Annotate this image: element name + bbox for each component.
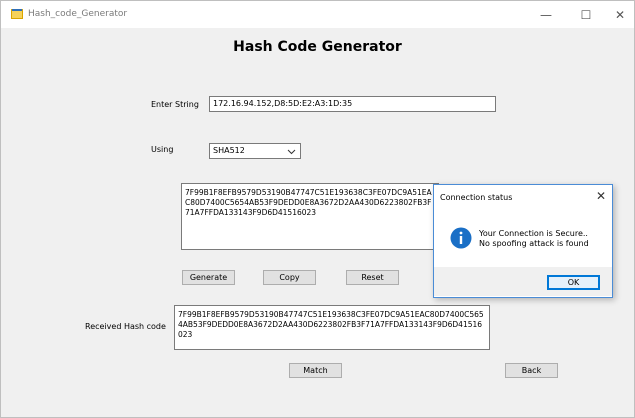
reset-button[interactable]: Reset xyxy=(346,270,399,285)
close-button[interactable]: ✕ xyxy=(597,1,635,28)
generated-hash-output[interactable]: 7F99B1F8EFB9579D53190B47747C51E193638C3F… xyxy=(181,183,439,250)
dialog-message-line-1: Your Connection is Secure.. xyxy=(479,229,588,238)
title-bar: Hash_code_Generator — ☐ ✕ xyxy=(1,1,634,28)
enter-string-label: Enter String xyxy=(151,100,199,109)
received-hash-input[interactable]: 7F99B1F8EFB9579D53190B47747C51E193638C3F… xyxy=(174,305,490,350)
using-label: Using xyxy=(151,145,174,154)
copy-button[interactable]: Copy xyxy=(263,270,316,285)
algorithm-select-value: SHA512 xyxy=(213,146,245,155)
app-window-icon xyxy=(11,9,23,19)
info-icon xyxy=(450,227,472,249)
enter-string-input[interactable]: 172.16.94.152,D8:5D:E2:A3:1D:35 xyxy=(209,96,496,112)
dialog-message-line-2: No spoofing attack is found xyxy=(479,239,589,248)
received-hash-label: Received Hash code xyxy=(85,322,166,331)
window-title: Hash_code_Generator xyxy=(28,9,128,19)
dialog-message: Your Connection is Secure.. No spoofing … xyxy=(479,229,589,249)
dialog-close-icon[interactable]: ✕ xyxy=(596,189,606,203)
app-window: Hash_code_Generator — ☐ ✕ Hash Code Gene… xyxy=(0,0,635,418)
generate-button[interactable]: Generate xyxy=(182,270,235,285)
chevron-down-icon xyxy=(287,149,296,155)
dialog-ok-button[interactable]: OK xyxy=(547,275,600,290)
algorithm-select[interactable]: SHA512 xyxy=(209,143,301,159)
dialog-title: Connection status xyxy=(440,193,513,202)
page-title: Hash Code Generator xyxy=(233,39,402,55)
back-button[interactable]: Back xyxy=(505,363,558,378)
match-button[interactable]: Match xyxy=(289,363,342,378)
